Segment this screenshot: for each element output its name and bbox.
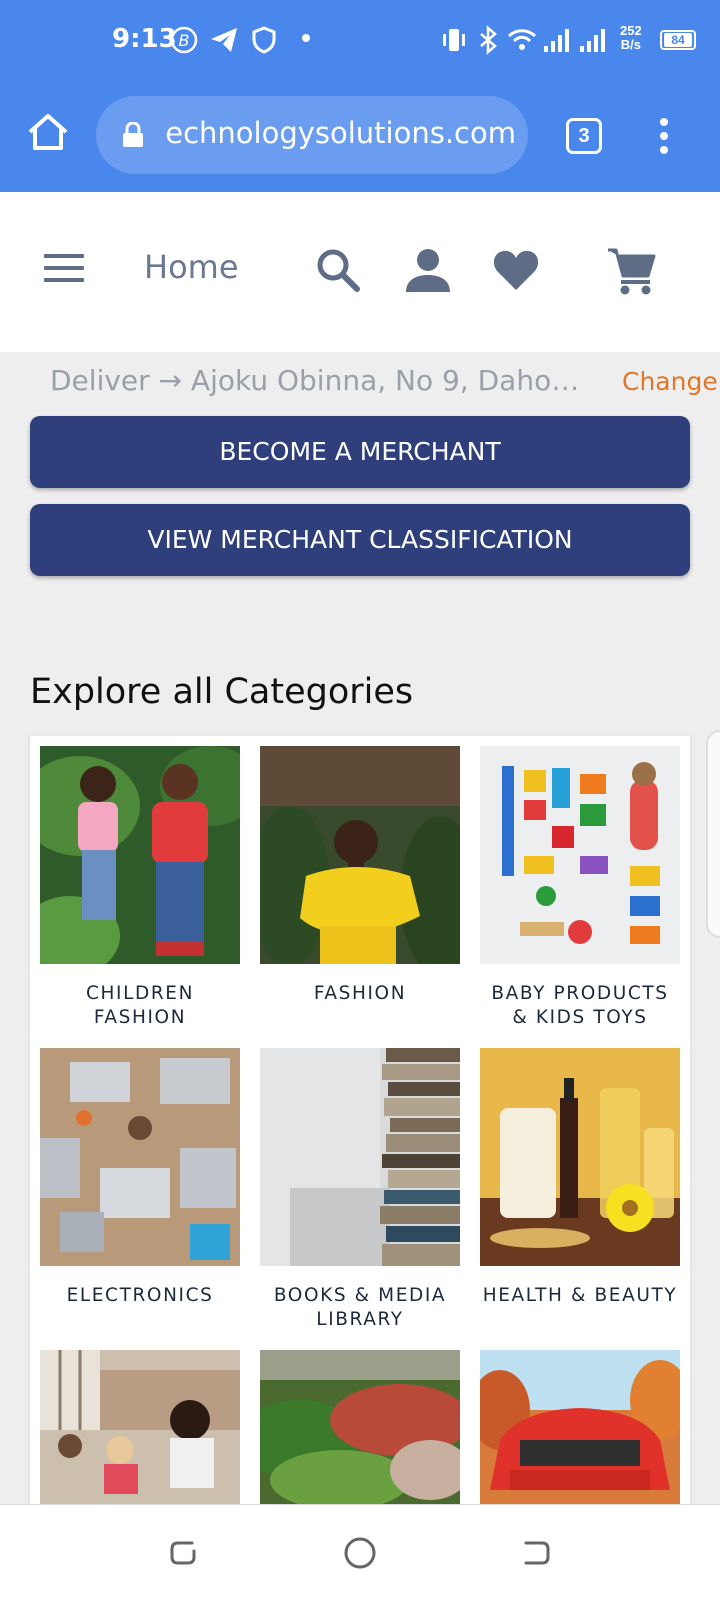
back-icon[interactable]: [518, 1535, 554, 1571]
category-books-media-library[interactable]: BOOKS & MEDIA LIBRARY: [260, 1048, 460, 1332]
category-image: [480, 1048, 680, 1266]
category-image: [480, 1350, 680, 1506]
category-image: [40, 1350, 240, 1506]
delivery-address-row: Deliver → Ajoku Obinna, No 9, Dahomey St…: [0, 352, 720, 412]
side-drawer-handle[interactable]: [706, 730, 720, 938]
categories-grid: CHILDREN FASHION FASHION BABY PRODUCTS &…: [30, 736, 690, 1506]
battery-level: 84: [664, 33, 692, 47]
category-image: [260, 746, 460, 964]
bluetooth-icon: [480, 25, 497, 55]
notification-dot: [302, 34, 310, 42]
category-tile[interactable]: [480, 1350, 680, 1506]
category-health-beauty[interactable]: HEALTH & BEAUTY: [480, 1048, 680, 1308]
network-speed-unit: B/s: [620, 37, 641, 52]
signal-icon: [580, 29, 605, 52]
category-label: FASHION: [313, 983, 407, 1004]
category-image: [260, 1048, 460, 1266]
category-image: [40, 746, 240, 964]
category-label: BABY PRODUCTS & KIDS TOYS: [491, 983, 669, 1028]
browser-toolbar: echnologysolutions.com 3: [0, 86, 720, 186]
category-image: [480, 746, 680, 964]
account-icon[interactable]: [402, 244, 454, 296]
lock-icon: [123, 122, 143, 147]
category-electronics[interactable]: ELECTRONICS: [40, 1048, 240, 1308]
vibrate-icon: [443, 29, 465, 51]
category-label: HEALTH & BEAUTY: [482, 1285, 678, 1306]
bitcoin-notification-icon: B: [170, 26, 198, 54]
signal-icon: [544, 29, 569, 52]
category-image: [40, 1048, 240, 1266]
address-bar[interactable]: echnologysolutions.com: [96, 96, 528, 174]
network-speed-value: 252: [620, 23, 642, 38]
category-label: CHILDREN FASHION: [85, 983, 195, 1028]
browser-home-icon[interactable]: [24, 108, 72, 156]
home-circle-icon[interactable]: [342, 1535, 378, 1571]
category-label: BOOKS & MEDIA LIBRARY: [273, 1285, 447, 1330]
category-tile[interactable]: [40, 1350, 240, 1506]
category-baby-products-kids-toys[interactable]: BABY PRODUCTS & KIDS TOYS: [480, 746, 680, 1030]
become-merchant-button[interactable]: BECOME A MERCHANT: [30, 416, 690, 488]
more-options-icon[interactable]: [652, 114, 676, 158]
tab-switcher-button[interactable]: 3: [566, 118, 602, 154]
battery-indicator: 84: [660, 30, 696, 50]
wifi-icon: [507, 29, 537, 50]
status-time: 9:13: [112, 24, 177, 54]
cart-icon[interactable]: [606, 244, 658, 296]
search-icon[interactable]: [312, 244, 364, 296]
category-tile[interactable]: [260, 1350, 460, 1506]
category-fashion[interactable]: FASHION: [260, 746, 460, 1006]
recent-apps-icon[interactable]: [166, 1535, 202, 1571]
status-bar: 9:13 B 252 B/s 84: [0, 0, 720, 80]
category-children-fashion[interactable]: CHILDREN FASHION: [40, 746, 240, 1030]
section-title: Explore all Categories: [30, 672, 414, 712]
category-image: [260, 1350, 460, 1506]
svg-text:B: B: [179, 31, 190, 50]
category-label: ELECTRONICS: [66, 1285, 214, 1306]
network-speed: 252 B/s: [620, 24, 642, 52]
shield-icon: [252, 26, 276, 54]
url-text: echnologysolutions.com: [166, 116, 516, 150]
home-link[interactable]: Home: [144, 248, 239, 286]
delivery-address: Deliver → Ajoku Obinna, No 9, Dahomey St…: [50, 364, 598, 397]
view-merchant-classification-button[interactable]: VIEW MERCHANT CLASSIFICATION: [30, 504, 690, 576]
app-header: Home: [0, 192, 720, 352]
change-address-link[interactable]: Change: [622, 367, 718, 396]
system-navigation-bar: [0, 1504, 720, 1600]
telegram-icon: [211, 28, 237, 52]
hamburger-menu-icon[interactable]: [44, 254, 84, 284]
wishlist-heart-icon[interactable]: [490, 244, 542, 296]
